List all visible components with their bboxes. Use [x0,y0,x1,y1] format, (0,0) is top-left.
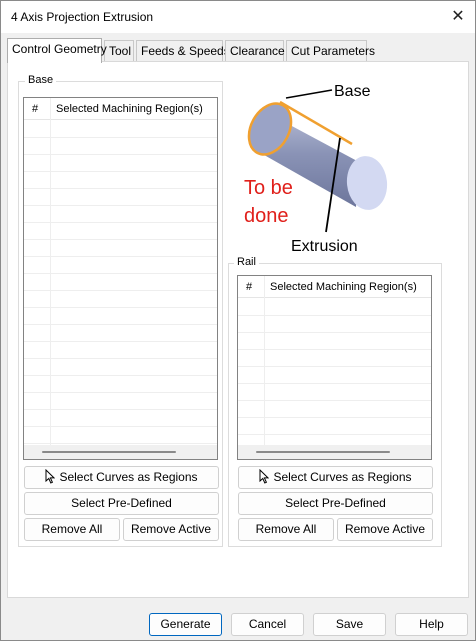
list-row-gridline [24,290,217,291]
tab-cut-parameters[interactable]: Cut Parameters [286,40,375,62]
rail-select-curves-button[interactable]: Select Curves as Regions [238,466,433,489]
list-row-gridline [24,137,217,138]
base-horizontal-scrollbar[interactable] [24,445,217,459]
list-row-gridline [238,349,431,350]
rail-remove-active-button[interactable]: Remove Active [337,518,433,541]
dialog-window: 4 Axis Projection Extrusion ✕ Control Ge… [0,0,476,641]
list-row-gridline [24,358,217,359]
rail-region-list[interactable]: # Selected Machining Region(s) [237,275,432,460]
list-row-gridline [24,222,217,223]
todo-text-line2: done [244,205,289,227]
base-remove-active-button[interactable]: Remove Active [123,518,219,541]
base-col-name: Selected Machining Region(s) [56,103,203,115]
tab-tool[interactable]: Tool [104,40,134,62]
base-region-list[interactable]: # Selected Machining Region(s) [23,97,218,460]
arrow-cursor-icon [45,468,56,491]
list-row-gridline [24,239,217,240]
base-select-curves-button[interactable]: Select Curves as Regions [24,466,219,489]
base-callout-label: Base [334,83,371,100]
rail-list-divider [264,276,265,459]
list-row-gridline [24,154,217,155]
list-row-gridline [24,341,217,342]
title-bar[interactable]: 4 Axis Projection Extrusion ✕ [1,1,475,33]
cylinder-diagram: Base Extrusion To be done [244,83,388,255]
save-button[interactable]: Save [313,613,386,636]
rail-remove-all-button[interactable]: Remove All [238,518,334,541]
cancel-button[interactable]: Cancel [231,613,304,636]
base-list-header: # Selected Machining Region(s) [24,98,217,120]
list-row-gridline [24,392,217,393]
list-row-gridline [24,443,217,444]
extrusion-illustration: Base Extrusion To be done [236,74,403,261]
base-scroll-thumb[interactable] [42,451,176,453]
rail-list-header: # Selected Machining Region(s) [238,276,431,298]
tab-clearance[interactable]: Clearance [225,40,285,62]
rail-group-label: Rail [234,256,259,268]
list-row-gridline [24,375,217,376]
list-row-gridline [238,366,431,367]
list-row-gridline [24,409,217,410]
list-row-gridline [238,383,431,384]
list-row-gridline [238,434,431,435]
arrow-cursor-icon [259,468,270,491]
base-select-curves-label: Select Curves as Regions [59,470,198,484]
rail-horizontal-scrollbar[interactable] [238,445,431,459]
list-row-gridline [24,426,217,427]
base-group-label: Base [25,74,57,86]
list-row-gridline [24,324,217,325]
rail-select-curves-label: Select Curves as Regions [273,470,412,484]
base-list-divider [50,98,51,459]
list-row-gridline [238,332,431,333]
window-title: 4 Axis Projection Extrusion [11,10,154,24]
base-col-num: # [32,103,39,115]
list-row-gridline [24,188,217,189]
close-icon[interactable]: ✕ [449,8,467,26]
list-row-gridline [24,256,217,257]
extrusion-callout-label: Extrusion [291,238,358,255]
list-row-gridline [24,273,217,274]
help-button[interactable]: Help [395,613,468,636]
list-row-gridline [238,400,431,401]
tab-feeds-speeds[interactable]: Feeds & Speeds [136,40,230,62]
list-row-gridline [24,171,217,172]
base-remove-all-button[interactable]: Remove All [24,518,120,541]
list-row-gridline [24,307,217,308]
base-select-predefined-button[interactable]: Select Pre-Defined [24,492,219,515]
todo-text-line1: To be [244,177,293,199]
list-row-gridline [24,205,217,206]
generate-button[interactable]: Generate [149,613,222,636]
rail-col-name: Selected Machining Region(s) [270,281,417,293]
tab-control-geometry[interactable]: Control Geometry [7,38,107,63]
rail-col-num: # [246,281,253,293]
list-row-gridline [238,417,431,418]
rail-select-predefined-button[interactable]: Select Pre-Defined [238,492,433,515]
rail-scroll-thumb[interactable] [256,451,390,453]
list-row-gridline [238,315,431,316]
